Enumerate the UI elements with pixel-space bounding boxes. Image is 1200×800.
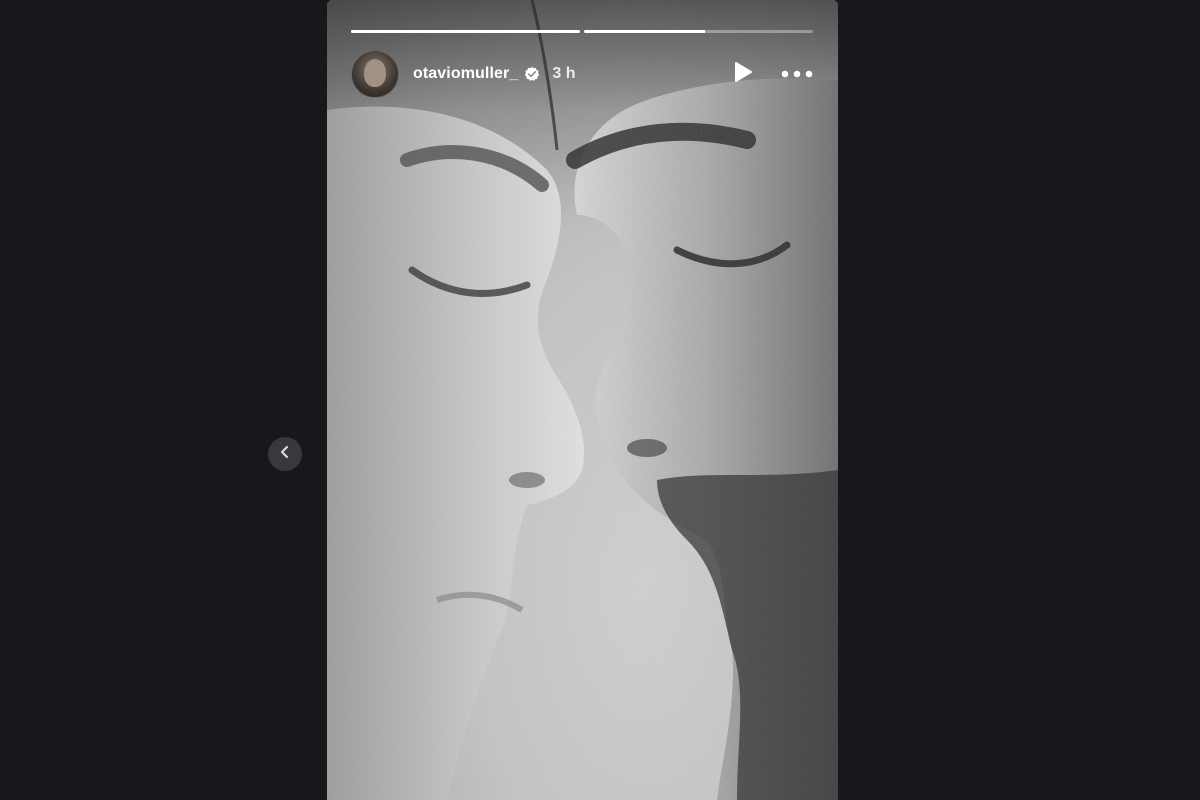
author-avatar[interactable] (351, 50, 399, 98)
previous-story-button[interactable] (268, 437, 302, 471)
play-icon (733, 61, 753, 88)
progress-segment (351, 30, 580, 33)
verified-badge-icon (524, 66, 540, 82)
progress-segment (584, 30, 813, 33)
more-options-button[interactable] (781, 58, 813, 90)
progress-segment-fill (584, 30, 706, 33)
story-header: otaviomuller_ 3 h (351, 50, 813, 98)
story-frame[interactable]: otaviomuller_ 3 h (327, 0, 838, 800)
story-image-faces (327, 0, 838, 800)
stories-viewer: otaviomuller_ 3 h (0, 0, 1200, 800)
chevron-left-icon (278, 445, 292, 464)
more-options-icon (781, 65, 813, 83)
play-button[interactable] (727, 58, 759, 90)
author-username[interactable]: otaviomuller_ (413, 65, 518, 83)
progress-segment-fill (351, 30, 580, 33)
story-progress-bar (351, 30, 813, 33)
story-timestamp: 3 h (552, 65, 576, 82)
